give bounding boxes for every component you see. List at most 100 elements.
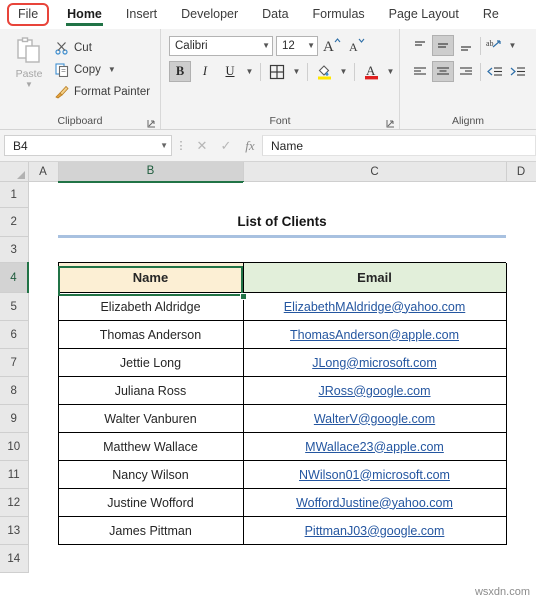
row-header-5[interactable]: 5	[0, 292, 29, 321]
cell-name-13[interactable]: James Pittman	[57, 516, 244, 545]
email-link[interactable]: NWilson01@microsoft.com	[299, 468, 450, 482]
format-painter-button[interactable]: Format Painter	[53, 82, 150, 101]
cell-d6[interactable]	[506, 320, 536, 349]
column-header-c[interactable]: C	[243, 162, 507, 182]
cell-b14[interactable]	[58, 544, 243, 573]
cell-name-8[interactable]: Juliana Ross	[57, 376, 244, 405]
cell-email-7[interactable]: JLong@microsoft.com	[243, 348, 507, 377]
cell-b3[interactable]	[58, 236, 243, 263]
email-link[interactable]: ElizabethMAldridge@yahoo.com	[284, 300, 466, 314]
cell-c14[interactable]	[243, 544, 506, 573]
font-name-combo[interactable]: Calibri ▼	[169, 35, 273, 56]
cell-a9[interactable]	[28, 404, 58, 433]
cell-a2[interactable]	[28, 207, 58, 237]
cell-d14[interactable]	[506, 544, 536, 573]
cell-email-9[interactable]: WalterV@google.com	[243, 404, 507, 433]
cell-d5[interactable]	[506, 292, 536, 321]
row-header-3[interactable]: 3	[0, 236, 29, 263]
column-header-d[interactable]: D	[506, 162, 536, 182]
table-header-name[interactable]: Name	[57, 262, 244, 293]
cell-email-5[interactable]: ElizabethMAldridge@yahoo.com	[243, 292, 507, 321]
align-middle-button[interactable]	[432, 35, 454, 56]
row-header-8[interactable]: 8	[0, 376, 29, 405]
cell-a8[interactable]	[28, 376, 58, 405]
cell-a5[interactable]	[28, 292, 58, 321]
wrap-text-button[interactable]: ab	[484, 35, 506, 56]
cell-d4[interactable]	[506, 262, 536, 293]
cell-a7[interactable]	[28, 348, 58, 377]
column-header-b[interactable]: B	[58, 162, 244, 183]
ribbon-tab-page-layout[interactable]: Page Layout	[377, 3, 471, 26]
row-header-12[interactable]: 12	[0, 488, 29, 517]
cell-d10[interactable]	[506, 432, 536, 461]
confirm-entry-button[interactable]: ✓	[214, 135, 238, 156]
name-box[interactable]: B4 ▼	[4, 135, 172, 156]
cell-name-5[interactable]: Elizabeth Aldridge	[57, 292, 244, 321]
shrink-font-button[interactable]: A	[346, 35, 368, 56]
email-link[interactable]: WalterV@google.com	[314, 412, 435, 426]
cell-d12[interactable]	[506, 488, 536, 517]
sheet-title-cell[interactable]: List of Clients	[58, 207, 506, 238]
cancel-entry-button[interactable]: ✕	[190, 135, 214, 156]
paste-button[interactable]: Paste ▼	[5, 35, 53, 89]
insert-function-button[interactable]: fx	[238, 135, 262, 156]
cell-a4[interactable]	[28, 262, 58, 293]
fill-handle[interactable]	[240, 293, 247, 300]
row-header-13[interactable]: 13	[0, 516, 29, 545]
row-header-1[interactable]: 1	[0, 181, 29, 208]
row-header-14[interactable]: 14	[0, 544, 29, 573]
cell-d2[interactable]	[506, 207, 536, 237]
ribbon-tab-review[interactable]: Re	[471, 3, 511, 26]
wrap-text-chevron-down-icon[interactable]: ▼	[507, 35, 518, 56]
ribbon-tab-data[interactable]: Data	[250, 3, 300, 26]
align-center-button[interactable]	[432, 61, 454, 82]
cell-c3[interactable]	[243, 236, 506, 263]
align-right-button[interactable]	[455, 61, 477, 82]
font-size-chevron-down-icon[interactable]: ▼	[304, 41, 315, 50]
row-header-4[interactable]: 4	[0, 262, 29, 293]
font-color-button[interactable]: A	[360, 61, 382, 82]
borders-button[interactable]	[266, 61, 288, 82]
borders-chevron-down-icon[interactable]: ▼	[291, 61, 302, 82]
underline-chevron-down-icon[interactable]: ▼	[244, 61, 255, 82]
ribbon-tab-insert[interactable]: Insert	[114, 3, 169, 26]
cell-a14[interactable]	[28, 544, 58, 573]
cell-name-6[interactable]: Thomas Anderson	[57, 320, 244, 349]
row-header-7[interactable]: 7	[0, 348, 29, 377]
row-header-11[interactable]: 11	[0, 460, 29, 489]
cell-email-8[interactable]: JRoss@google.com	[243, 376, 507, 405]
cell-a1[interactable]	[28, 181, 58, 208]
cell-d1[interactable]	[506, 181, 536, 208]
align-left-button[interactable]	[409, 61, 431, 82]
column-header-a[interactable]: A	[28, 162, 59, 182]
cell-a13[interactable]	[28, 516, 58, 545]
cell-email-10[interactable]: MWallace23@apple.com	[243, 432, 507, 461]
cell-d7[interactable]	[506, 348, 536, 377]
row-header-10[interactable]: 10	[0, 432, 29, 461]
cell-a11[interactable]	[28, 460, 58, 489]
ribbon-tab-developer[interactable]: Developer	[169, 3, 250, 26]
email-link[interactable]: MWallace23@apple.com	[305, 440, 444, 454]
fill-color-chevron-down-icon[interactable]: ▼	[338, 61, 349, 82]
font-size-combo[interactable]: 12 ▼	[276, 35, 318, 56]
email-link[interactable]: JLong@microsoft.com	[312, 356, 437, 370]
cell-email-6[interactable]: ThomasAnderson@apple.com	[243, 320, 507, 349]
italic-button[interactable]: I	[194, 61, 216, 82]
cell-a3[interactable]	[28, 236, 58, 263]
copy-button[interactable]: Copy ▼	[53, 60, 150, 79]
copy-chevron-down-icon[interactable]: ▼	[108, 65, 116, 74]
cell-name-11[interactable]: Nancy Wilson	[57, 460, 244, 489]
formula-input[interactable]: Name	[262, 135, 536, 156]
underline-button[interactable]: U	[219, 61, 241, 82]
email-link[interactable]: ThomasAnderson@apple.com	[290, 328, 459, 342]
paste-chevron-down-icon[interactable]: ▼	[25, 81, 33, 89]
ribbon-tab-home[interactable]: Home	[55, 3, 114, 26]
ribbon-tab-formulas[interactable]: Formulas	[301, 3, 377, 26]
cell-d13[interactable]	[506, 516, 536, 545]
cell-name-12[interactable]: Justine Wofford	[57, 488, 244, 517]
cell-a12[interactable]	[28, 488, 58, 517]
email-link[interactable]: PittmanJ03@google.com	[305, 524, 445, 538]
cell-d3[interactable]	[506, 236, 536, 263]
select-all-corner[interactable]	[0, 162, 29, 182]
row-header-2[interactable]: 2	[0, 207, 29, 237]
